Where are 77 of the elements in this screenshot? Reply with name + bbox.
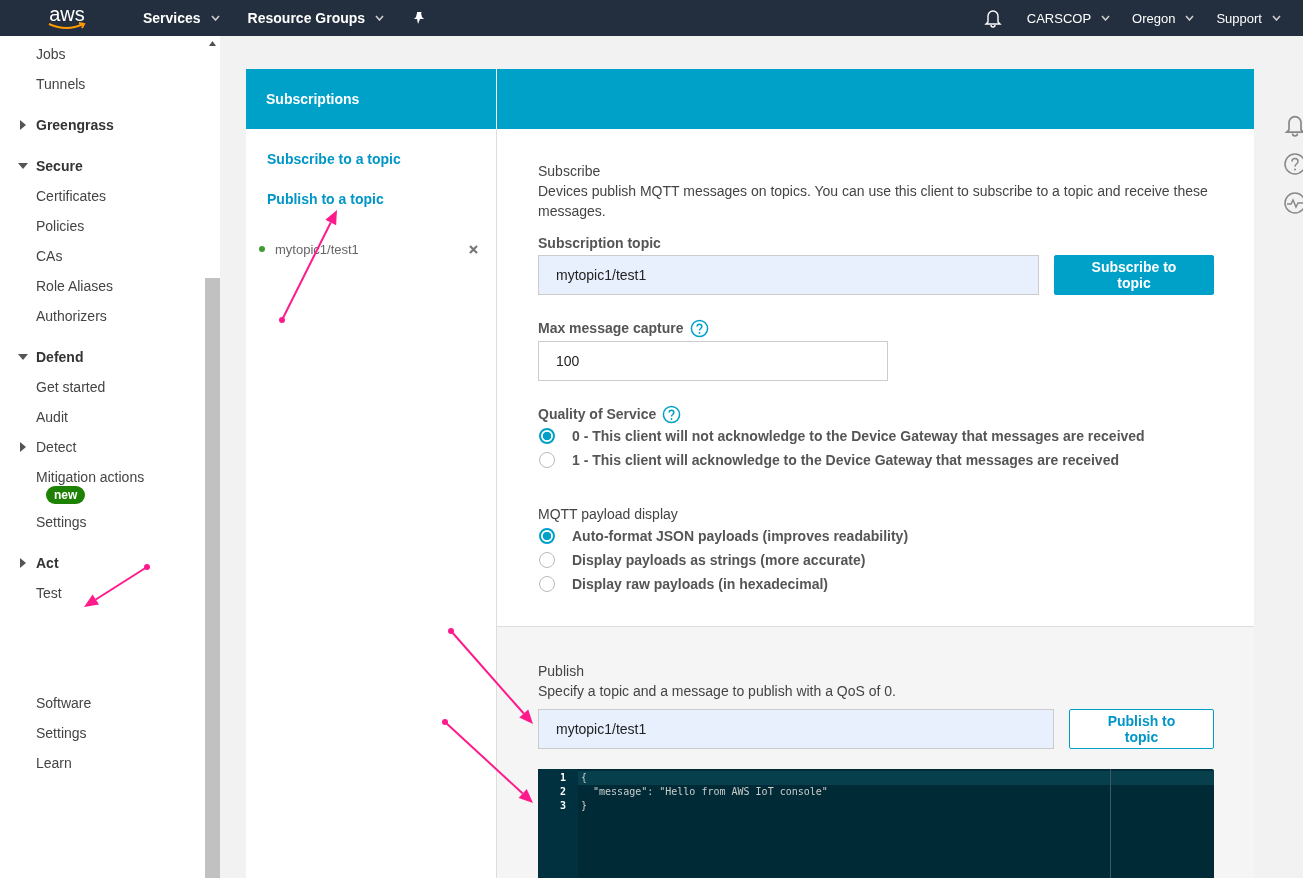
scrollbar-thumb[interactable] <box>205 278 220 878</box>
radio-button[interactable] <box>539 552 555 568</box>
radio-button[interactable] <box>539 428 555 444</box>
sidebar-section[interactable]: Greengrass <box>36 117 114 133</box>
radio-label: 0 - This client will not acknowledge to the Device Gateway that messages are received <box>572 428 1145 444</box>
account-menu[interactable]: Oregon <box>1132 10 1195 26</box>
topic-input-field[interactable]: mytopic1/test1 <box>538 709 1054 749</box>
nav-menu[interactable]: Services <box>143 10 220 26</box>
sidebar-item[interactable]: Mitigation actions <box>36 469 145 485</box>
line-number: 3 <box>558 799 567 813</box>
radio-label: Display payloads as strings (more accurate) <box>572 552 866 568</box>
smile-icon <box>47 22 87 30</box>
account-menu[interactable]: CARSCOP <box>1026 10 1111 26</box>
new-badge: new <box>46 486 86 504</box>
max-capture-input-field[interactable]: 100 <box>538 341 888 381</box>
help-icon[interactable] <box>662 404 682 424</box>
nav-menu[interactable]: Resource Groups <box>247 10 385 26</box>
sidebar-item[interactable]: Software <box>36 695 92 711</box>
sidebar-item[interactable]: Authorizers <box>36 308 107 324</box>
collapsed-triangle-icon[interactable] <box>18 558 28 568</box>
sidebar-item[interactable]: Settings <box>36 514 87 530</box>
radio-label: Display raw payloads (in hexadecimal) <box>572 576 828 592</box>
sidebar-item[interactable]: Detect <box>36 439 77 455</box>
sidebar-item[interactable]: Settings <box>36 725 87 741</box>
code-line: } <box>580 799 589 813</box>
panel-header: Subscriptions <box>246 69 497 129</box>
expanded-triangle-icon[interactable] <box>18 352 28 362</box>
section-description: Specify a topic and a message to publish with a QoS of 0. <box>538 682 897 701</box>
sidebar-item[interactable]: Certificates <box>36 188 107 204</box>
radio-label: Auto-format JSON payloads (improves readability) <box>572 528 909 544</box>
sidebar-item[interactable]: CAs <box>36 248 63 264</box>
aws-logo[interactable]: aws <box>46 6 88 30</box>
collapsed-triangle-icon[interactable] <box>18 120 28 130</box>
radio-button[interactable] <box>539 452 555 468</box>
line-number: 2 <box>558 785 567 799</box>
field-label: MQTT payload display <box>538 505 679 524</box>
annotation-arrow <box>84 564 150 607</box>
scroll-up-icon[interactable] <box>209 40 216 46</box>
sidebar-section[interactable]: Secure <box>36 158 83 174</box>
caret-icon <box>1272 15 1281 21</box>
radio-button[interactable] <box>539 528 555 544</box>
code-editor[interactable]: 1 2 3 { "message": "Hello from AWS IoT console" } <box>538 769 1214 878</box>
account-menu[interactable]: Support <box>1216 10 1281 26</box>
sidebar-item[interactable]: Tunnels <box>36 76 86 92</box>
collapsed-triangle-icon[interactable] <box>18 442 28 452</box>
sidebar-item[interactable]: Get started <box>36 379 106 395</box>
code-line: "message": "Hello from AWS IoT console" <box>592 785 829 799</box>
sidebar-item[interactable]: Test <box>36 585 62 601</box>
caret-icon <box>210 15 220 21</box>
line-number: 1 <box>558 771 567 785</box>
section-description: Devices publish MQTT messages on topics. You can use this client to subscribe to a topic and receive these messages. <box>538 182 1209 221</box>
sidebar-item[interactable]: Audit <box>36 409 68 425</box>
sidebar-item[interactable]: Learn <box>36 755 72 771</box>
field-label: Max message capture <box>538 319 684 338</box>
sidebar-section[interactable]: Act <box>36 555 59 571</box>
section-title: Subscribe <box>538 162 602 181</box>
sidebar-item[interactable]: Role Aliases <box>36 278 114 294</box>
caret-icon <box>1185 15 1195 21</box>
sidebar-section[interactable]: Defend <box>36 349 84 365</box>
activity-icon[interactable] <box>1283 191 1303 215</box>
section-title: Publish <box>538 662 585 681</box>
help-icon[interactable] <box>1283 152 1303 176</box>
pin-icon[interactable] <box>412 11 427 25</box>
close-icon[interactable] <box>469 244 478 254</box>
radio-label: 1 - This client will acknowledge to the Device Gateway that messages are received <box>572 452 1119 468</box>
help-icon[interactable] <box>689 318 709 338</box>
field-label: Subscription topic <box>538 234 661 253</box>
field-label: Quality of Service <box>538 405 657 424</box>
sidebar-item[interactable]: Policies <box>36 218 85 234</box>
logo-text: aws <box>49 6 85 22</box>
sidebar-item[interactable]: Jobs <box>36 46 66 62</box>
topic-input-field[interactable]: mytopic1/test1 <box>538 255 1039 295</box>
bell-icon[interactable] <box>982 8 1003 28</box>
caret-icon <box>375 15 385 21</box>
caret-icon <box>1101 15 1111 21</box>
expanded-triangle-icon[interactable] <box>18 161 28 171</box>
radio-button[interactable] <box>539 576 555 592</box>
